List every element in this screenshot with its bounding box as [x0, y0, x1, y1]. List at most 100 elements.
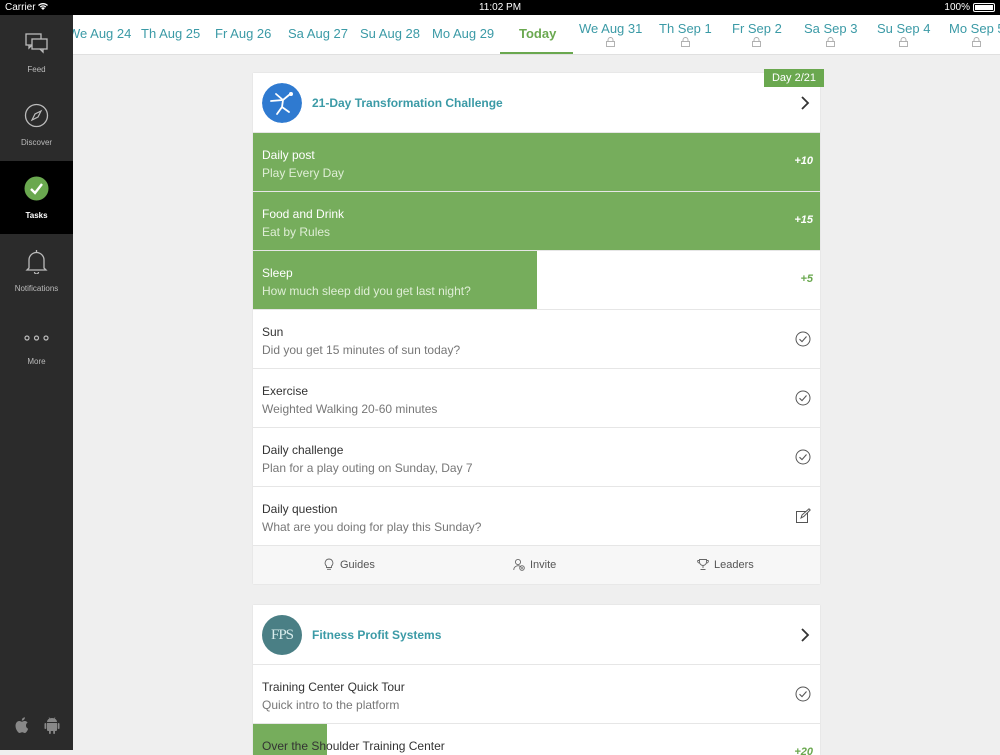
- invite-button[interactable]: Invite: [513, 558, 556, 571]
- challenge-header[interactable]: FPS Fitness Profit Systems: [253, 605, 820, 665]
- check-circle-icon[interactable]: [795, 686, 811, 702]
- sidebar-item-label: Tasks: [25, 211, 48, 220]
- bell-icon: [25, 250, 48, 274]
- date-label: Mo Aug 29: [432, 26, 495, 41]
- date-label: Th Aug 25: [141, 26, 201, 41]
- challenge-logo: FPS: [262, 615, 302, 655]
- chevron-right-icon[interactable]: [800, 95, 810, 111]
- challenge-title: Fitness Profit Systems: [312, 628, 442, 642]
- date-tab[interactable]: Th Aug 25: [141, 26, 200, 41]
- battery-percent: 100%: [944, 2, 970, 13]
- invite-label: Invite: [530, 558, 557, 571]
- task-title: Sun: [262, 325, 284, 339]
- challenge-card: 21-Day Transformation Challenge Day 2/21…: [253, 69, 824, 584]
- challenge-logo: [262, 83, 302, 123]
- date-tab-locked[interactable]: Mo Sep 5: [949, 21, 1000, 47]
- task-subtitle: What are you doing for play this Sunday?: [262, 520, 482, 534]
- lock-icon: [680, 37, 690, 47]
- date-label: Su Aug 28: [360, 26, 420, 41]
- check-circle-icon[interactable]: [795, 390, 811, 406]
- task-progress-fill: [253, 192, 820, 250]
- check-circle-icon[interactable]: [795, 331, 811, 347]
- compass-icon: [24, 103, 49, 128]
- sidebar-item-label: More: [27, 357, 46, 366]
- task-subtitle: Did you get 15 minutes of sun today?: [262, 343, 461, 357]
- task-points: +20: [794, 746, 813, 755]
- task-title: Daily question: [262, 502, 338, 516]
- date-label: Su Sep 4: [877, 21, 931, 36]
- sidebar-item-notifications[interactable]: Notifications: [0, 234, 73, 307]
- task-title: Daily challenge: [262, 443, 344, 457]
- sidebar-item-discover[interactable]: Discover: [0, 88, 73, 161]
- task-title: Training Center Quick Tour: [262, 680, 405, 694]
- chevron-right-icon[interactable]: [800, 627, 810, 643]
- lock-icon: [899, 37, 909, 47]
- task-title: Daily post: [262, 148, 315, 162]
- date-label: Th Sep 1: [659, 21, 712, 36]
- task-row[interactable]: Daily challenge Plan for a play outing o…: [253, 428, 820, 487]
- android-icon[interactable]: [42, 715, 62, 735]
- date-tab-locked[interactable]: Su Sep 4: [877, 21, 931, 47]
- task-row[interactable]: Daily post Play Every Day +10: [253, 133, 820, 192]
- add-user-icon: [513, 558, 525, 571]
- date-tab[interactable]: Fr Aug 26: [215, 26, 271, 41]
- leaders-button[interactable]: Leaders: [697, 558, 754, 571]
- sidebar-item-label: Notifications: [14, 284, 59, 293]
- guides-button[interactable]: Guides: [323, 558, 375, 571]
- edit-icon[interactable]: [795, 508, 811, 524]
- date-label: Fr Sep 2: [732, 21, 782, 36]
- lock-icon: [972, 37, 982, 47]
- sidebar-item-feed[interactable]: Feed: [0, 15, 73, 88]
- date-tab-locked[interactable]: We Aug 31: [579, 21, 642, 47]
- sidebar-item-tasks[interactable]: Tasks: [0, 161, 73, 234]
- sidebar-item-label: Discover: [20, 138, 53, 147]
- selected-date-indicator: [500, 52, 573, 54]
- lock-icon: [752, 37, 762, 47]
- battery-icon: [973, 3, 995, 12]
- task-row[interactable]: Sun Did you get 15 minutes of sun today?: [253, 310, 820, 369]
- task-points: +15: [794, 214, 813, 226]
- task-progress-fill: [253, 251, 537, 309]
- date-label: Sa Aug 27: [288, 26, 348, 41]
- lightbulb-icon: [324, 558, 334, 570]
- date-tab[interactable]: Mo Aug 29: [432, 26, 494, 41]
- task-subtitle: Quick intro to the platform: [262, 698, 400, 712]
- date-tab-locked[interactable]: Sa Sep 3: [804, 21, 858, 47]
- task-row[interactable]: Daily question What are you doing for pl…: [253, 487, 820, 546]
- sidebar-item-more[interactable]: More: [0, 307, 73, 380]
- date-tab-locked[interactable]: Th Sep 1: [659, 21, 712, 47]
- task-subtitle: Play Every Day: [262, 166, 345, 180]
- logo-text: FPS: [270, 626, 294, 643]
- task-subtitle: Weighted Walking 20-60 minutes: [262, 402, 438, 416]
- date-tab[interactable]: We Aug 24: [73, 26, 131, 41]
- task-subtitle: Eat by Rules: [262, 225, 331, 239]
- task-row[interactable]: Exercise Weighted Walking 20-60 minutes: [253, 369, 820, 428]
- date-label: Today: [519, 26, 557, 41]
- apple-icon[interactable]: [12, 715, 32, 735]
- date-tab-today[interactable]: Today: [519, 26, 556, 41]
- task-row[interactable]: Training Center Quick Tour Quick intro t…: [253, 665, 820, 724]
- challenge-card: FPS Fitness Profit Systems Training Cent…: [253, 605, 820, 755]
- guides-label: Guides: [340, 558, 375, 571]
- task-progress-fill: [253, 133, 820, 191]
- sidebar: Feed Discover Tasks Notifications More: [0, 15, 73, 750]
- battery-indicator: 100%: [944, 2, 995, 13]
- task-row[interactable]: Over the Shoulder Training Center +20: [253, 724, 820, 755]
- date-scroller[interactable]: We Aug 24 Th Aug 25 Fr Aug 26 Sa Aug 27 …: [73, 15, 1000, 55]
- task-row[interactable]: Food and Drink Eat by Rules +15: [253, 192, 820, 251]
- task-subtitle: How much sleep did you get last night?: [262, 284, 471, 298]
- date-tab[interactable]: Sa Aug 27: [288, 26, 348, 41]
- task-row[interactable]: Sleep How much sleep did you get last ni…: [253, 251, 820, 310]
- check-circle-icon[interactable]: [795, 449, 811, 465]
- date-label: We Aug 24: [73, 26, 132, 41]
- date-label: Fr Aug 26: [215, 26, 272, 41]
- leaders-label: Leaders: [714, 558, 754, 571]
- date-tab[interactable]: Su Aug 28: [360, 26, 420, 41]
- date-label: Sa Sep 3: [804, 21, 858, 36]
- task-points: +5: [800, 273, 813, 285]
- challenge-header[interactable]: 21-Day Transformation Challenge Day 2/21: [253, 69, 824, 133]
- task-points: +10: [794, 155, 813, 167]
- date-tab-locked[interactable]: Fr Sep 2: [732, 21, 782, 47]
- status-bar: Carrier 11:02 PM 100%: [0, 0, 1000, 15]
- task-title: Exercise: [262, 384, 309, 398]
